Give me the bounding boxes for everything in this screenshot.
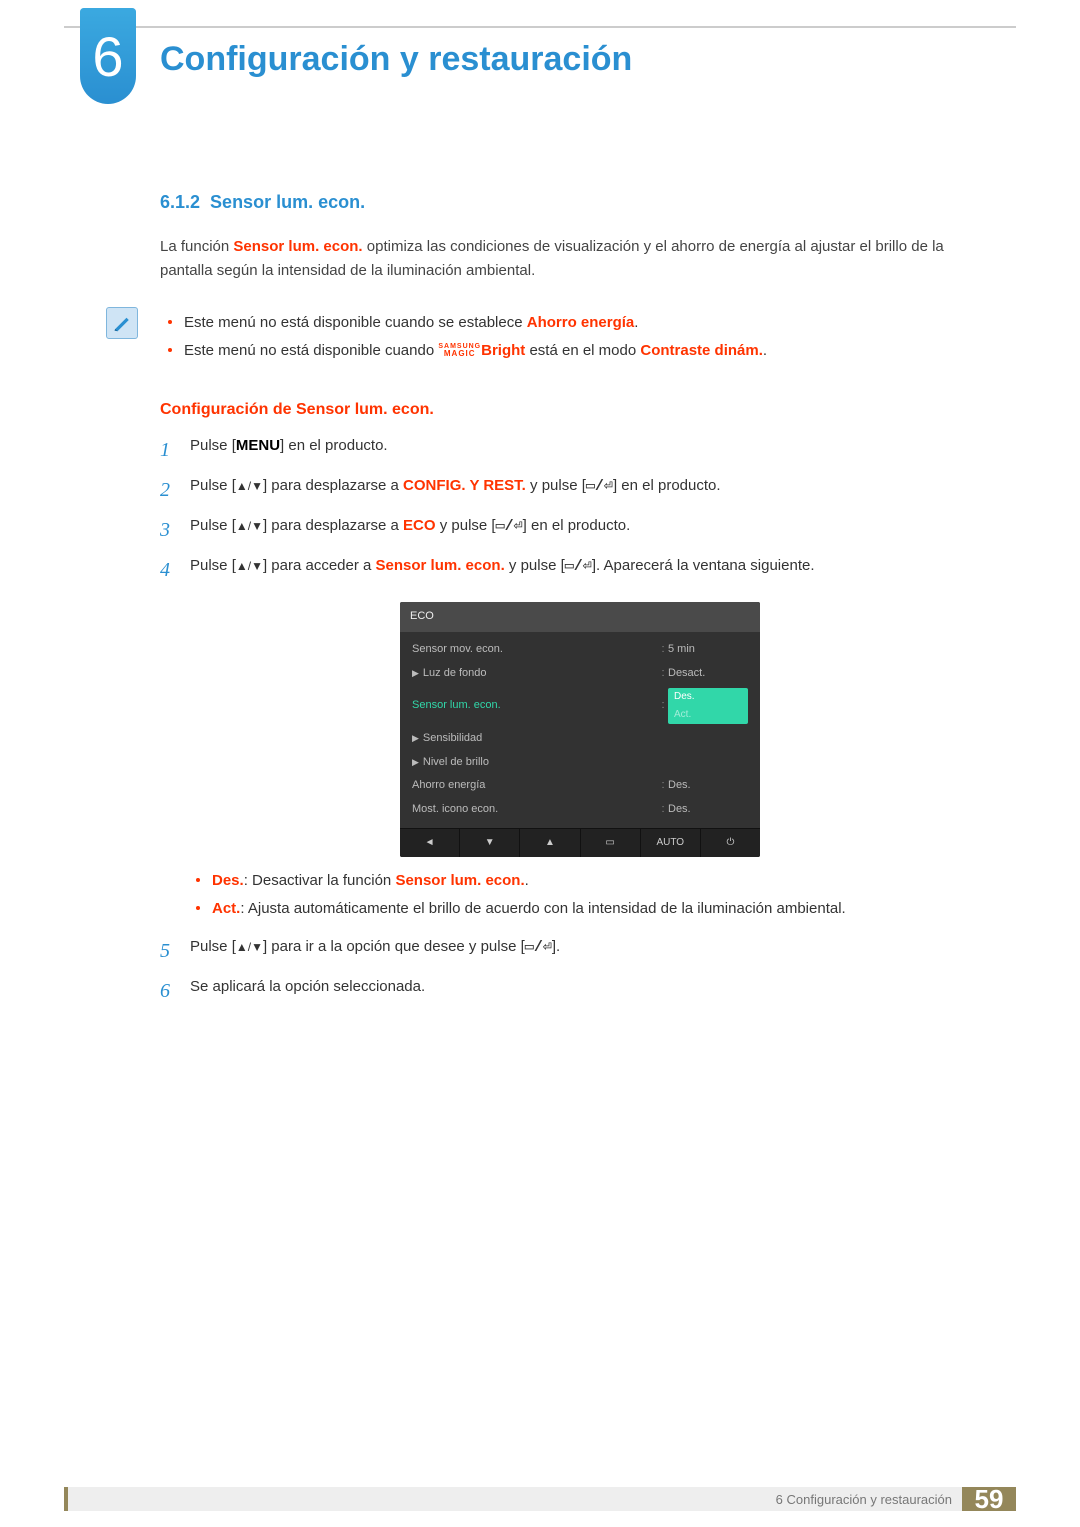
manual-page: 6 Configuración y restauración 6.1.2 Sens… (0, 0, 1080, 1527)
footer-breadcrumb: 6 Configuración y restauración (64, 1487, 962, 1511)
note-icon (106, 307, 138, 339)
step-1: 1 Pulse [MENU] en el producto. (160, 434, 1000, 466)
section-title: Sensor lum. econ. (210, 192, 365, 212)
step-4: 4 Pulse [▲/▼] para acceder a Sensor lum.… (160, 554, 1000, 586)
note-bullets: Este menú no está disponible cuando se e… (162, 307, 767, 367)
enter-icon: ▭/⏎ (565, 558, 592, 575)
note-block: Este menú no está disponible cuando se e… (160, 307, 1000, 367)
osd-footer-power-icon: ⏻ (700, 829, 760, 857)
subheading: Configuración de Sensor lum. econ. (160, 397, 1000, 423)
submenu-arrow-icon: ▶ (412, 666, 419, 680)
note-item-2: Este menú no está disponible cuando SAMS… (162, 339, 767, 363)
enter-icon: ▭/⏎ (496, 518, 523, 535)
submenu-arrow-icon: ▶ (412, 731, 419, 745)
step-5: 5 Pulse [▲/▼] para ir a la opción que de… (160, 935, 1000, 967)
osd-row-ahorro-energia: Ahorro energía:Des. (400, 774, 760, 798)
osd-footer: ◄ ▼ ▲ ▭ AUTO ⏻ (400, 828, 760, 857)
osd-row-sensibilidad: ▶Sensibilidad (400, 727, 760, 751)
note-item-1: Este menú no está disponible cuando se e… (162, 311, 767, 335)
step-2: 2 Pulse [▲/▼] para desplazarse a CONFIG.… (160, 474, 1000, 506)
page-header: 6 Configuración y restauración (0, 0, 1080, 120)
intro-pre: La función (160, 238, 233, 255)
osd-title: ECO (400, 602, 760, 632)
osd-menu-screenshot: ECO Sensor mov. econ.:5 min ▶Luz de fond… (400, 602, 760, 856)
step-6: 6 Se aplicará la opción seleccionada. (160, 975, 1000, 1007)
option-des: Des.: Desactivar la función Sensor lum. … (190, 869, 1000, 893)
up-down-icon: ▲/▼ (236, 560, 263, 572)
intro-highlight: Sensor lum. econ. (233, 238, 362, 255)
section-number: 6.1.2 (160, 192, 200, 212)
submenu-arrow-icon: ▶ (412, 755, 419, 769)
chapter-number: 6 (92, 24, 123, 89)
osd-footer-auto-label: AUTO (640, 829, 700, 857)
osd-footer-source-icon: ▭ (580, 829, 640, 857)
steps-list: 1 Pulse [MENU] en el producto. 2 Pulse [… (160, 434, 1000, 586)
enter-icon: ▭/⏎ (586, 478, 613, 495)
footer-bar: 6 Configuración y restauración 59 (64, 1487, 1016, 1511)
osd-row-nivel-brillo: ▶Nivel de brillo (400, 751, 760, 775)
content-area: 6.1.2 Sensor lum. econ. La función Sensor… (160, 188, 1000, 1015)
osd-footer-down-icon: ▼ (459, 829, 519, 857)
osd-row-sensor-lum-active: Sensor lum. econ.: Des. Act. (400, 685, 760, 727)
osd-row-most-icono: Most. icono econ.:Des. (400, 798, 760, 822)
section-heading: 6.1.2 Sensor lum. econ. (160, 188, 1000, 217)
intro-paragraph: La función Sensor lum. econ. optimiza la… (160, 235, 1000, 283)
osd-footer-back-icon: ◄ (400, 829, 459, 857)
enter-icon: ▭/⏎ (525, 939, 552, 956)
steps-list-continued: 5 Pulse [▲/▼] para ir a la opción que de… (160, 935, 1000, 1007)
step-3: 3 Pulse [▲/▼] para desplazarse a ECO y p… (160, 514, 1000, 546)
up-down-icon: ▲/▼ (236, 480, 263, 492)
osd-option-dropdown: Des. Act. (668, 688, 748, 724)
up-down-icon: ▲/▼ (236, 520, 263, 532)
chapter-title: Configuración y restauración (160, 40, 632, 79)
up-down-icon: ▲/▼ (236, 941, 263, 953)
osd-row-sensor-mov: Sensor mov. econ.:5 min (400, 638, 760, 662)
osd-body: Sensor mov. econ.:5 min ▶Luz de fondo:De… (400, 632, 760, 828)
page-footer: 6 Configuración y restauración 59 (0, 1481, 1080, 1527)
osd-footer-up-icon: ▲ (519, 829, 579, 857)
chapter-badge: 6 (80, 8, 136, 104)
header-rule (64, 26, 1016, 28)
option-description-list: Des.: Desactivar la función Sensor lum. … (190, 869, 1000, 921)
option-act: Act.: Ajusta automáticamente el brillo d… (190, 897, 1000, 921)
page-number: 59 (962, 1487, 1016, 1511)
osd-row-luz-fondo: ▶Luz de fondo:Desact. (400, 662, 760, 686)
